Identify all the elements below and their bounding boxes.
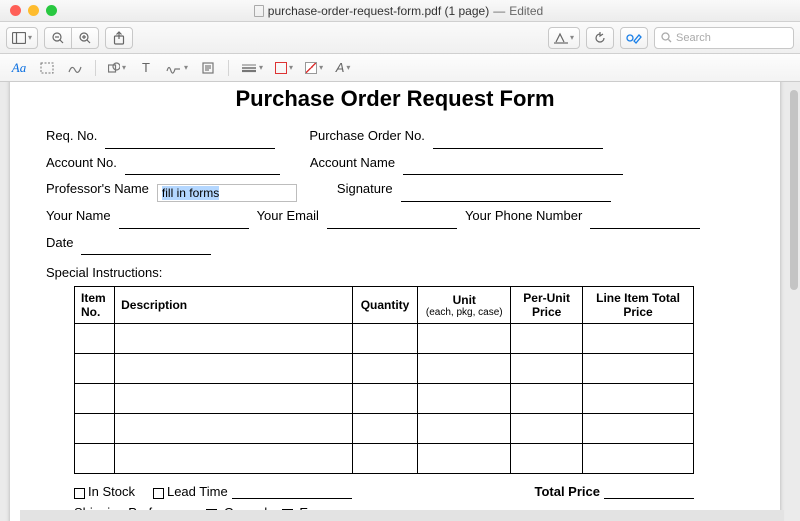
scrollbar-thumb[interactable]	[790, 90, 798, 290]
label-in-stock: In Stock	[88, 484, 135, 499]
titlebar: purchase-order-request-form.pdf (1 page)…	[0, 0, 800, 22]
note-tool[interactable]	[197, 58, 219, 78]
col-ppu: Per-Unit Price	[511, 287, 583, 324]
window-controls	[10, 5, 57, 16]
document-icon	[254, 5, 264, 17]
sketch-tool[interactable]	[64, 58, 86, 78]
field-acct-name[interactable]	[403, 161, 623, 175]
scrollbar-track[interactable]	[789, 86, 799, 517]
label-signature: Signature	[337, 177, 393, 202]
search-placeholder: Search	[676, 32, 711, 44]
fill-color-tool[interactable]: ▾	[302, 58, 326, 78]
rotate-button[interactable]	[586, 27, 614, 49]
table-row[interactable]	[75, 354, 694, 384]
sign-tool[interactable]: ▾	[163, 58, 191, 78]
field-po-no[interactable]	[433, 135, 603, 149]
col-unit: Unit(each, pkg, case)	[418, 287, 511, 324]
text-tool[interactable]: Aa	[8, 58, 30, 78]
label-acct-no: Account No.	[46, 151, 117, 176]
checkbox-in-stock[interactable]	[74, 488, 85, 499]
minimize-window-button[interactable]	[28, 5, 39, 16]
page-gap	[20, 510, 784, 521]
field-lead-time[interactable]	[232, 485, 352, 499]
form-title: Purchase Order Request Form	[46, 86, 744, 112]
shapes-tool[interactable]: ▾	[105, 58, 129, 78]
label-special-instructions: Special Instructions:	[46, 265, 744, 280]
items-table: Item No. Description Quantity Unit(each,…	[74, 286, 694, 474]
text-style-tool[interactable]: A▾	[332, 58, 354, 78]
field-req-no[interactable]	[105, 135, 275, 149]
text-box-tool[interactable]: T	[135, 58, 157, 78]
search-icon	[661, 32, 672, 43]
markup-toolbar: Aa ▾ T ▾ ▾ ▾ ▾ A▾	[0, 54, 800, 82]
file-name: purchase-order-request-form.pdf (1 page)	[268, 4, 489, 18]
field-your-email[interactable]	[327, 215, 457, 229]
table-row[interactable]	[75, 444, 694, 474]
field-your-name[interactable]	[119, 215, 249, 229]
markup-button[interactable]	[620, 27, 648, 49]
sidebar-button[interactable]: ▾	[6, 27, 38, 49]
label-date: Date	[46, 231, 73, 256]
main-toolbar: ▾ ▾ Search	[0, 22, 800, 54]
search-field[interactable]: Search	[654, 27, 794, 49]
field-signature[interactable]	[401, 188, 611, 202]
table-row[interactable]	[75, 384, 694, 414]
checkbox-lead-time[interactable]	[153, 488, 164, 499]
col-total: Line Item Total Price	[583, 287, 694, 324]
label-req-no: Req. No.	[46, 124, 97, 149]
close-window-button[interactable]	[10, 5, 21, 16]
col-item-no: Item No.	[75, 287, 115, 324]
zoom-in-button[interactable]	[71, 27, 99, 49]
border-color-tool[interactable]: ▾	[272, 58, 296, 78]
col-desc: Description	[115, 287, 353, 324]
table-row[interactable]	[75, 324, 694, 354]
label-total-price: Total Price	[534, 484, 600, 499]
field-total-price[interactable]	[604, 485, 694, 499]
highlight-button[interactable]: ▾	[548, 27, 580, 49]
pdf-page: Purchase Order Request Form Req. No. Pur…	[10, 82, 780, 521]
prof-name-input[interactable]: fill in forms	[157, 184, 297, 202]
label-po-no: Purchase Order No.	[309, 124, 425, 149]
zoom-window-button[interactable]	[46, 5, 57, 16]
field-acct-no[interactable]	[125, 161, 280, 175]
label-prof: Professor's Name	[46, 177, 149, 202]
label-your-phone: Your Phone Number	[465, 204, 582, 229]
table-row[interactable]	[75, 414, 694, 444]
zoom-out-button[interactable]	[44, 27, 72, 49]
document-viewport[interactable]: Purchase Order Request Form Req. No. Pur…	[0, 82, 800, 521]
field-your-phone[interactable]	[590, 215, 700, 229]
label-your-email: Your Email	[257, 204, 319, 229]
edited-label: Edited	[509, 4, 543, 18]
select-rect-tool[interactable]	[36, 58, 58, 78]
window-title: purchase-order-request-form.pdf (1 page)…	[57, 4, 740, 18]
label-your-name: Your Name	[46, 204, 111, 229]
col-qty: Quantity	[352, 287, 417, 324]
label-acct-name: Account Name	[310, 151, 395, 176]
field-date[interactable]	[81, 241, 211, 255]
label-lead-time: Lead Time	[167, 484, 228, 499]
line-style-tool[interactable]: ▾	[238, 58, 266, 78]
share-button[interactable]	[105, 27, 133, 49]
